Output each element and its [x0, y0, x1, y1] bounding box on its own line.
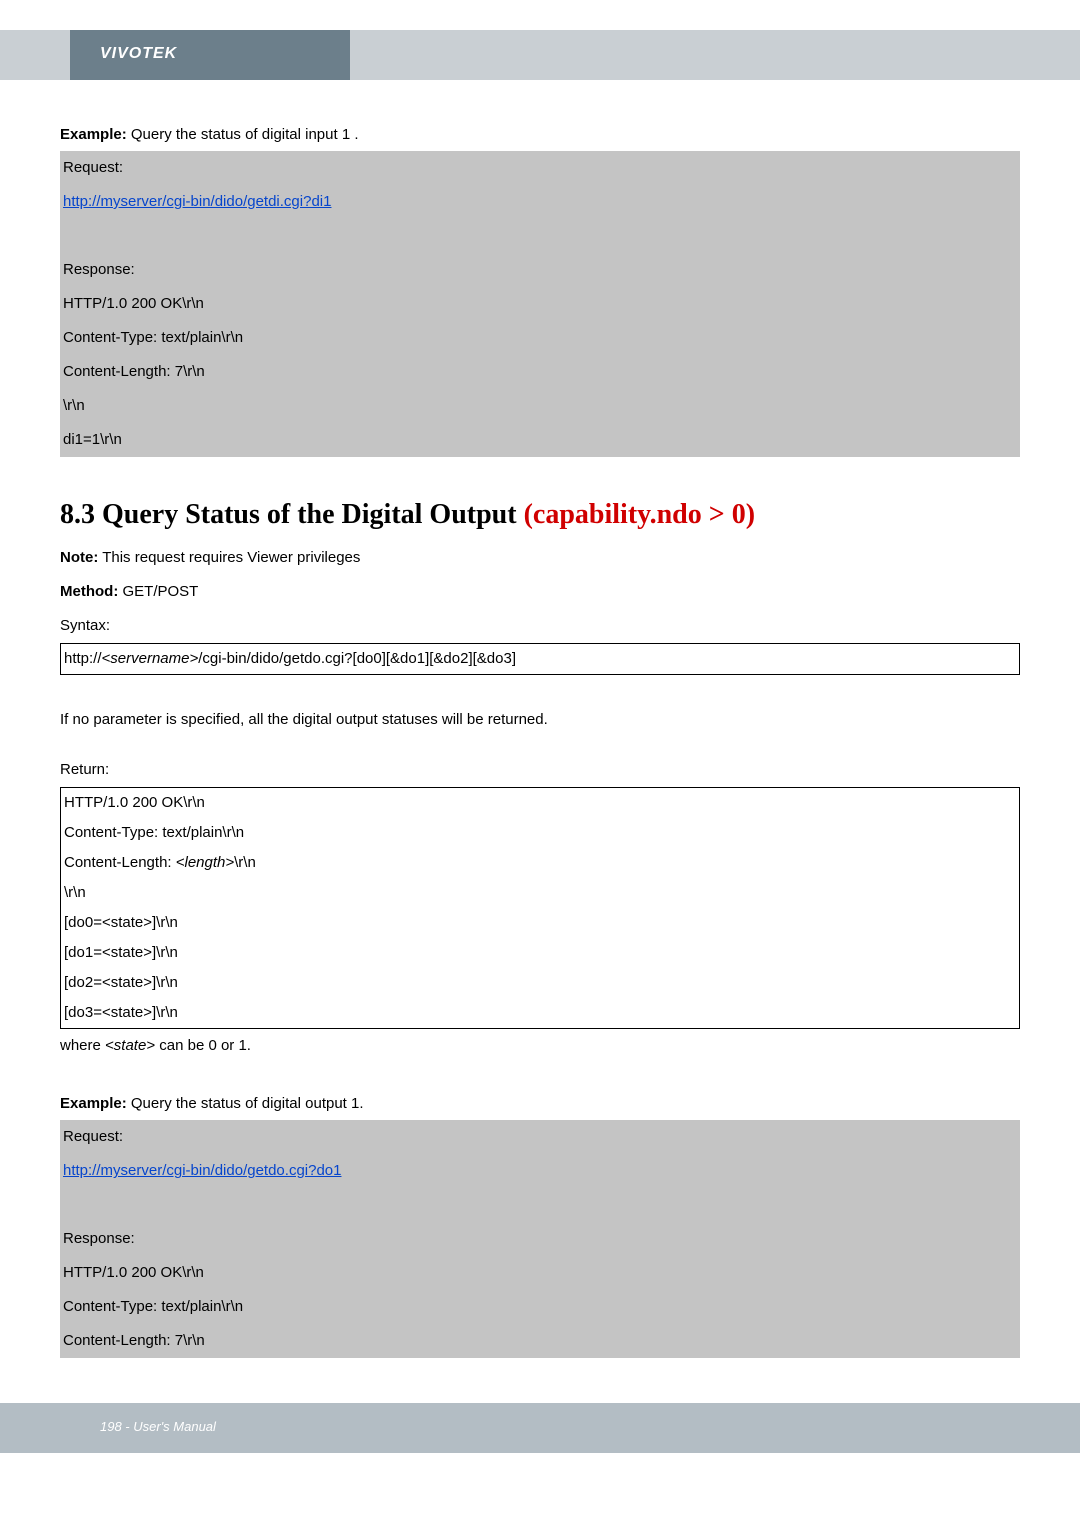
return-l3b: <length> — [176, 854, 234, 871]
example2-heading: Example: Query the status of digital out… — [60, 1089, 1020, 1119]
example1-request-box: Request: http://myserver/cgi-bin/dido/ge… — [60, 151, 1020, 253]
return-l7: [do2=<state>]\r\n — [64, 968, 1016, 998]
example1-resp-4: di1=1\r\n — [63, 423, 1017, 457]
example1-resp-1: Content-Type: text/plain\r\n — [63, 321, 1017, 355]
example2-request-box: Request: http://myserver/cgi-bin/dido/ge… — [60, 1120, 1020, 1222]
example2-request-label: Request: — [63, 1120, 1017, 1154]
example1-request-url[interactable]: http://myserver/cgi-bin/dido/getdi.cgi?d… — [63, 193, 331, 210]
example1-response-box: Response: HTTP/1.0 200 OK\r\n Content-Ty… — [60, 253, 1020, 457]
example1-heading: Example: Query the status of digital inp… — [60, 120, 1020, 150]
return-l3c: \r\n — [234, 854, 256, 871]
syntax-server: <servername> — [102, 650, 199, 667]
page-footer: 198 - User's Manual — [0, 1403, 1080, 1453]
return-l1: HTTP/1.0 200 OK\r\n — [64, 788, 1016, 818]
return-l5: [do0=<state>]\r\n — [64, 908, 1016, 938]
where-c: can be 0 or 1. — [155, 1037, 251, 1054]
note-label: Note: — [60, 549, 98, 566]
return-l2: Content-Type: text/plain\r\n — [64, 818, 1016, 848]
footer-page-label: 198 - User's Manual — [100, 1419, 216, 1434]
where-a: where — [60, 1037, 105, 1054]
syntax-suffix: /cgi-bin/dido/getdo.cgi?[do0][&do1][&do2… — [198, 650, 516, 667]
return-label: Return: — [60, 755, 1020, 785]
syntax-label: Syntax: — [60, 611, 1020, 641]
syntax-prefix: http:// — [64, 650, 102, 667]
example1-text: Query the status of digital input 1 . — [127, 126, 359, 143]
return-l3a: Content-Length: — [64, 854, 176, 871]
return-l6: [do1=<state>]\r\n — [64, 938, 1016, 968]
method-text: GET/POST — [118, 583, 198, 600]
example2-resp-0: HTTP/1.0 200 OK\r\n — [63, 1256, 1017, 1290]
example1-resp-3: \r\n — [63, 389, 1017, 423]
method-line: Method: GET/POST — [60, 577, 1020, 607]
where-b: <state> — [105, 1037, 155, 1054]
section-heading: 8.3 Query Status of the Digital Output (… — [60, 497, 1020, 533]
method-label: Method: — [60, 583, 118, 600]
example2-text: Query the status of digital output 1. — [127, 1095, 364, 1112]
example2-resp-2: Content-Length: 7\r\n — [63, 1324, 1017, 1358]
brand-label: VIVOTEK — [100, 45, 177, 62]
example2-resp-1: Content-Type: text/plain\r\n — [63, 1290, 1017, 1324]
section-number: 8.3 Query Status of the Digital Output — [60, 499, 524, 530]
page-content: Example: Query the status of digital inp… — [0, 80, 1080, 1383]
page-header: VIVOTEK — [0, 0, 1080, 80]
example1-label: Example: — [60, 126, 127, 143]
example1-response-label: Response: — [63, 253, 1017, 287]
return-l8: [do3=<state>]\r\n — [64, 998, 1016, 1028]
note-text: This request requires Viewer privileges — [98, 549, 360, 566]
example2-response-box: Response: HTTP/1.0 200 OK\r\n Content-Ty… — [60, 1222, 1020, 1358]
example1-request-label: Request: — [63, 151, 1017, 185]
return-box: HTTP/1.0 200 OK\r\n Content-Type: text/p… — [60, 787, 1020, 1029]
example1-resp-0: HTTP/1.0 200 OK\r\n — [63, 287, 1017, 321]
example2-response-label: Response: — [63, 1222, 1017, 1256]
where-line: where <state> can be 0 or 1. — [60, 1031, 1020, 1061]
return-l3: Content-Length: <length>\r\n — [64, 848, 1016, 878]
example1-resp-2: Content-Length: 7\r\n — [63, 355, 1017, 389]
section-highlight: (capability.ndo > 0) — [524, 499, 755, 530]
syntax-box: http://<servername>/cgi-bin/dido/getdo.c… — [60, 643, 1020, 675]
brand-tab: VIVOTEK — [70, 30, 350, 80]
example2-label: Example: — [60, 1095, 127, 1112]
section-paragraph: If no parameter is specified, all the di… — [60, 705, 1020, 735]
note-line: Note: This request requires Viewer privi… — [60, 543, 1020, 573]
return-l4: \r\n — [64, 878, 1016, 908]
example2-request-url[interactable]: http://myserver/cgi-bin/dido/getdo.cgi?d… — [63, 1162, 342, 1179]
